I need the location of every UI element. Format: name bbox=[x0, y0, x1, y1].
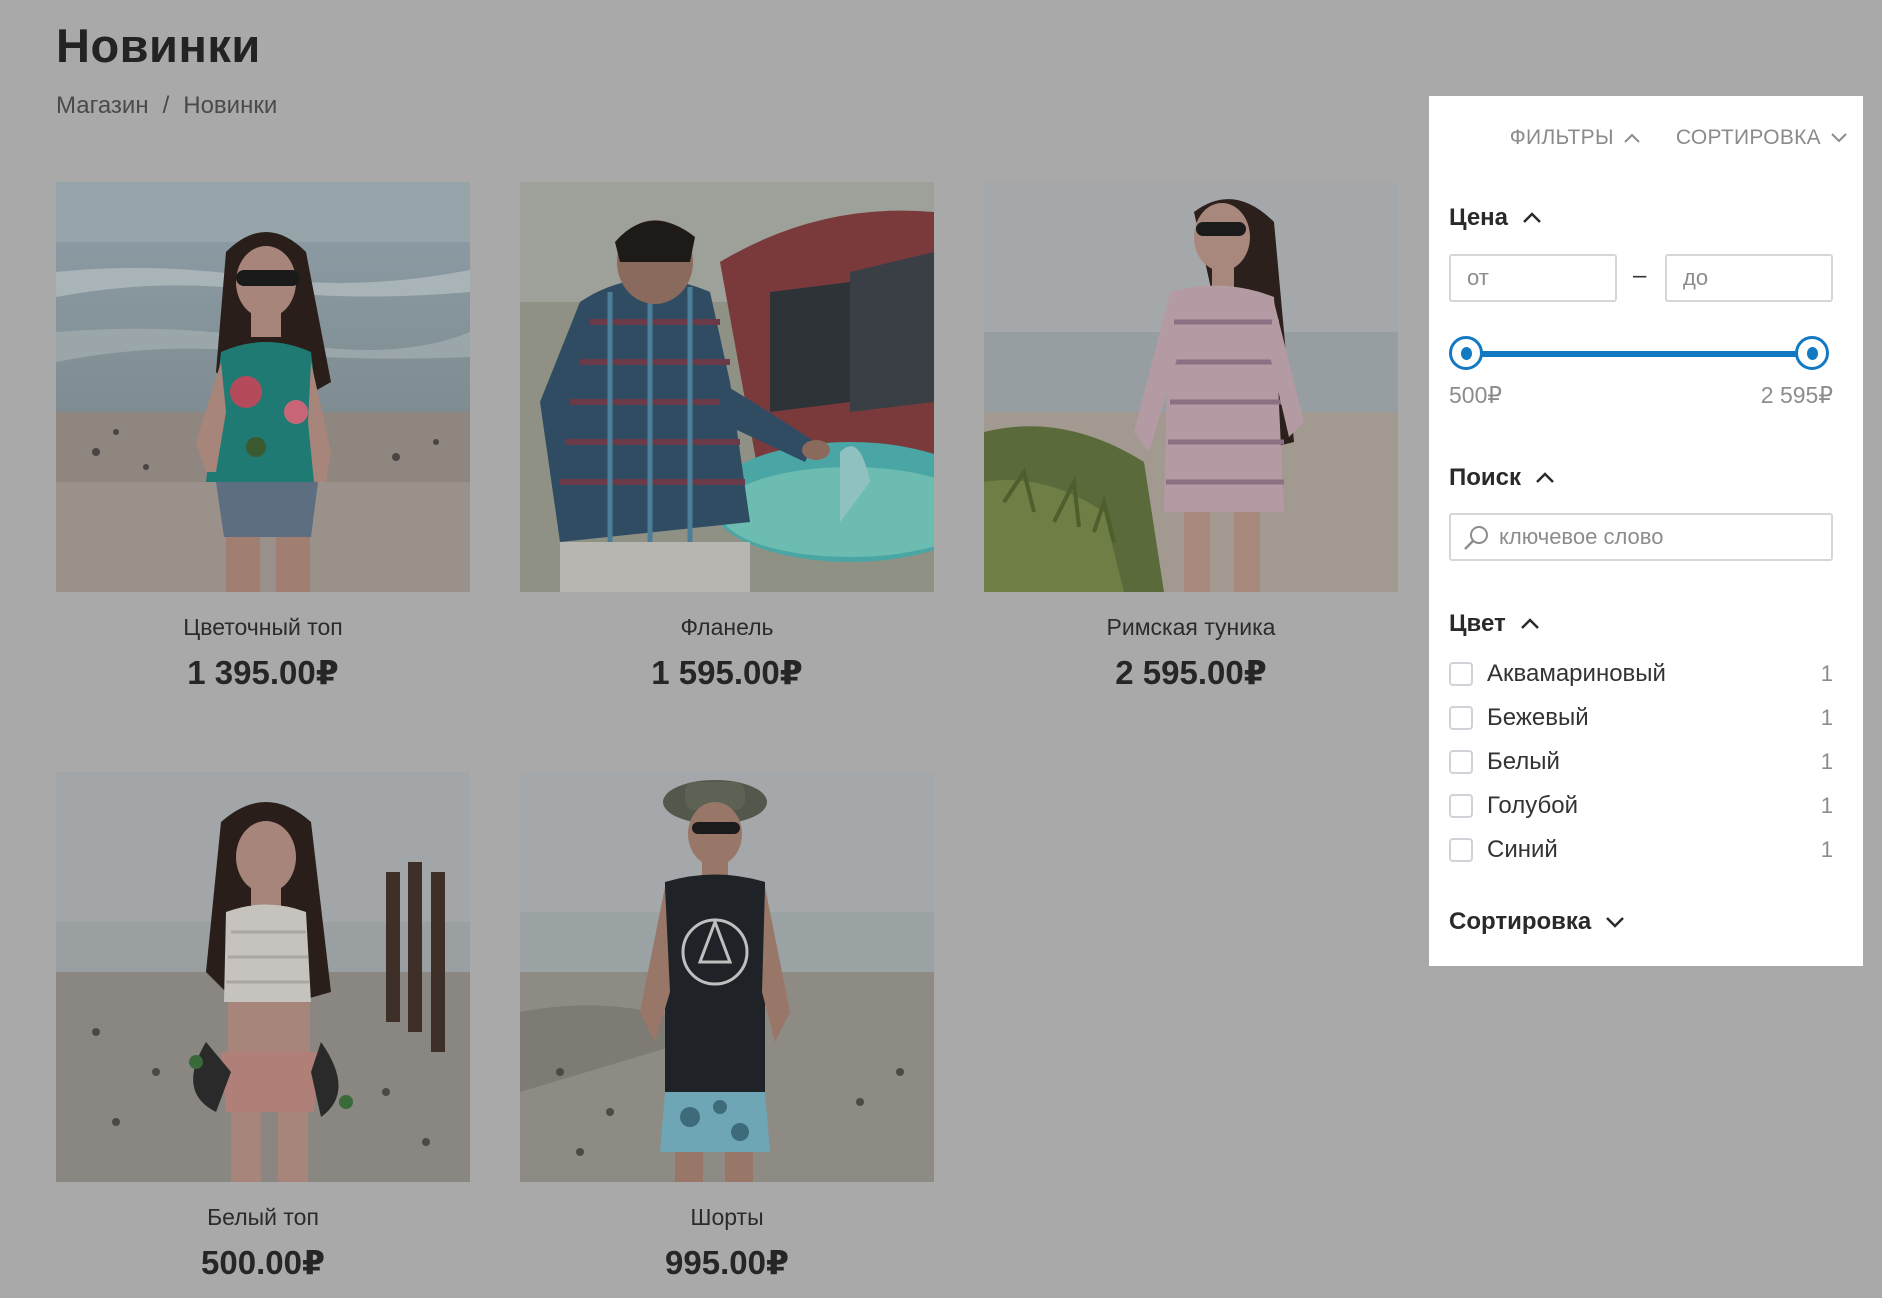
product-photo[interactable] bbox=[56, 182, 470, 592]
color-option-label: Синий bbox=[1487, 836, 1558, 863]
price-slider-max-handle[interactable] bbox=[1795, 336, 1829, 370]
search-box bbox=[1449, 513, 1833, 561]
product-price: 500.00₽ bbox=[201, 1244, 325, 1281]
product-price: 1 595.00₽ bbox=[651, 654, 803, 691]
color-checkbox[interactable] bbox=[1449, 794, 1473, 818]
chevron-down-icon bbox=[1606, 917, 1625, 928]
color-section-title: Цвет bbox=[1449, 610, 1506, 637]
chevron-up-icon bbox=[1520, 618, 1539, 629]
price-to-input[interactable] bbox=[1665, 254, 1833, 302]
search-section-title: Поиск bbox=[1449, 464, 1522, 491]
product-card[interactable]: Цветочный топ 1 395.00₽ bbox=[56, 182, 470, 692]
sort-toggle[interactable]: СОРТИРОВКА bbox=[1676, 126, 1847, 150]
sorting-section-header[interactable]: Сортировка bbox=[1449, 908, 1625, 936]
product-price: 995.00₽ bbox=[665, 1244, 789, 1281]
color-option[interactable]: Голубой 1 bbox=[1449, 788, 1833, 824]
product-photo[interactable] bbox=[520, 182, 934, 592]
price-slider-min-handle[interactable] bbox=[1449, 336, 1483, 370]
breadcrumb-current: Новинки bbox=[183, 92, 278, 119]
color-option[interactable]: Аквамариновый 1 bbox=[1449, 656, 1833, 692]
filters-toggle[interactable]: ФИЛЬТРЫ bbox=[1510, 126, 1640, 150]
product-photo[interactable] bbox=[984, 182, 1398, 592]
product-card[interactable]: Белый топ 500.00₽ bbox=[56, 772, 470, 1282]
color-checkbox[interactable] bbox=[1449, 706, 1473, 730]
sort-label: СОРТИРОВКА bbox=[1675, 126, 1821, 149]
chevron-up-icon bbox=[1536, 472, 1554, 483]
color-option-count: 1 bbox=[1820, 837, 1833, 862]
filter-panel: ФИЛЬТРЫ СОРТИРОВКА Цена – 500₽ 2 595₽ По… bbox=[1429, 96, 1863, 966]
price-slider-track[interactable] bbox=[1467, 351, 1813, 357]
sorting-section-title: Сортировка bbox=[1449, 908, 1592, 935]
search-input[interactable] bbox=[1449, 513, 1833, 561]
search-icon bbox=[1464, 526, 1488, 550]
panel-controls: ФИЛЬТРЫ СОРТИРОВКА bbox=[1510, 126, 1847, 150]
color-option-label: Белый bbox=[1487, 748, 1560, 775]
product-name[interactable]: Цветочный топ bbox=[56, 614, 470, 641]
price-section-title: Цена bbox=[1449, 204, 1509, 231]
color-option[interactable]: Синий 1 bbox=[1449, 832, 1833, 868]
color-checkbox[interactable] bbox=[1449, 838, 1473, 862]
product-name[interactable]: Фланель bbox=[520, 614, 934, 641]
color-option-label: Голубой bbox=[1487, 792, 1578, 819]
product-price: 2 595.00₽ bbox=[1115, 654, 1267, 691]
color-option-count: 1 bbox=[1820, 705, 1833, 730]
page-title: Новинки bbox=[56, 19, 261, 72]
price-range-dash: – bbox=[1633, 262, 1647, 289]
chevron-up-icon bbox=[1523, 212, 1541, 223]
product-name[interactable]: Римская туника bbox=[984, 614, 1398, 641]
breadcrumb-separator: / bbox=[162, 92, 170, 119]
product-photo[interactable] bbox=[56, 772, 470, 1182]
search-section-header[interactable]: Поиск bbox=[1449, 464, 1555, 492]
color-option-count: 1 bbox=[1820, 793, 1833, 818]
product-card[interactable]: Римская туника 2 595.00₽ bbox=[984, 182, 1398, 692]
price-section-header[interactable]: Цена bbox=[1449, 204, 1542, 232]
price-min-label: 500₽ bbox=[1449, 382, 1503, 408]
color-option-label: Аквамариновый bbox=[1487, 660, 1666, 687]
color-checkbox[interactable] bbox=[1449, 662, 1473, 686]
product-card[interactable]: Фланель 1 595.00₽ bbox=[520, 182, 934, 692]
color-option[interactable]: Бежевый 1 bbox=[1449, 700, 1833, 736]
filters-label: ФИЛЬТРЫ bbox=[1509, 126, 1614, 149]
breadcrumb: Магазин / Новинки bbox=[56, 92, 277, 120]
color-checkbox[interactable] bbox=[1449, 750, 1473, 774]
color-option[interactable]: Белый 1 bbox=[1449, 744, 1833, 780]
color-option-label: Бежевый bbox=[1487, 704, 1589, 731]
product-photo[interactable] bbox=[520, 772, 934, 1182]
product-card[interactable]: Шорты 995.00₽ bbox=[520, 772, 934, 1282]
chevron-up-icon bbox=[1624, 133, 1640, 143]
color-section-header[interactable]: Цвет bbox=[1449, 610, 1540, 638]
color-option-count: 1 bbox=[1820, 661, 1833, 686]
color-option-count: 1 bbox=[1820, 749, 1833, 774]
price-from-input[interactable] bbox=[1449, 254, 1617, 302]
chevron-down-icon bbox=[1831, 133, 1847, 143]
product-name[interactable]: Белый топ bbox=[56, 1204, 470, 1231]
product-name[interactable]: Шорты bbox=[520, 1204, 934, 1231]
product-price: 1 395.00₽ bbox=[187, 654, 339, 691]
breadcrumb-shop-link[interactable]: Магазин bbox=[56, 92, 149, 119]
price-max-label: 2 595₽ bbox=[1760, 382, 1833, 408]
